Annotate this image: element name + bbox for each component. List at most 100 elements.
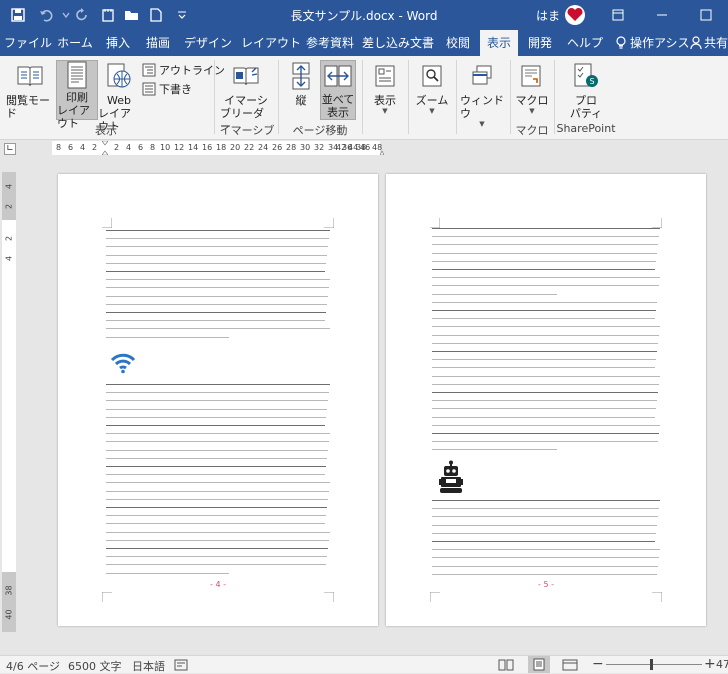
document-page[interactable]: - 4 - [58, 174, 378, 626]
ruler-number: 22 [244, 143, 255, 152]
ruler-number: 8 [150, 143, 156, 152]
ruler-number: 32 [314, 143, 325, 152]
text-line [106, 279, 330, 281]
read-mode-button[interactable]: 閲覧モード [6, 60, 54, 120]
outline-label: アウトライン [159, 64, 225, 77]
wifi-icon [110, 352, 136, 374]
track-changes-icon[interactable] [174, 659, 188, 671]
horizontal-ruler[interactable]: 8 6 4 2 2 4 6 8 10 12 14 16 18 20 22 24 … [52, 141, 380, 155]
text-line [106, 572, 229, 574]
tab-design[interactable]: デザイン [180, 30, 236, 56]
zoom-label: ズーム [415, 94, 449, 107]
tab-help[interactable]: ヘルプ [562, 30, 608, 56]
outline-icon [142, 63, 156, 77]
text-line [432, 285, 659, 287]
web-layout-view-icon[interactable] [562, 658, 578, 672]
minimize-icon[interactable] [640, 0, 684, 30]
show-button[interactable]: 表示 ▼ [368, 60, 402, 115]
tab-layout[interactable]: レイアウト [240, 30, 302, 56]
ruler-number: 30 [300, 143, 311, 152]
title-bar: 長文サンプル.docx - Word はま [0, 0, 728, 30]
crop-mark [430, 592, 440, 602]
tab-mailings[interactable]: 差し込み文書 [360, 30, 436, 56]
chevron-down-icon: ▼ [479, 120, 485, 128]
read-mode-label: 閲覧モード [6, 94, 50, 120]
text-line [432, 524, 657, 526]
text-line [432, 318, 655, 320]
read-mode-view-icon[interactable] [498, 658, 514, 672]
text-line [432, 549, 660, 551]
print-layout-view-icon[interactable] [528, 656, 550, 673]
redo-icon[interactable] [72, 5, 92, 25]
undo-icon[interactable] [36, 5, 56, 25]
print-layout-button[interactable]: 印刷 レイアウト [56, 60, 98, 130]
tab-selector[interactable]: ∟ [4, 143, 16, 155]
zoom-slider[interactable] [606, 664, 702, 665]
web-layout-label-1: Web [107, 94, 131, 107]
immersive-reader-icon [230, 60, 262, 92]
document-page[interactable]: - 5 - [386, 174, 706, 626]
zoom-out-icon[interactable]: − [592, 656, 604, 672]
text-line [106, 328, 330, 330]
maximize-icon[interactable] [684, 0, 728, 30]
indent-marker[interactable] [102, 141, 108, 155]
vertical-page-button[interactable]: 縦 [284, 60, 318, 107]
tab-share[interactable]: 共有 [704, 30, 728, 56]
share-person-icon[interactable] [690, 36, 704, 50]
tab-tell-me[interactable]: 操作アシス [630, 30, 690, 56]
text-line [432, 408, 656, 410]
text-line [106, 498, 328, 500]
zoom-slider-thumb[interactable] [650, 659, 653, 670]
macros-button[interactable]: マクロ ▼ [514, 60, 550, 115]
avatar[interactable] [564, 4, 586, 26]
ruler-number: 16 [202, 143, 213, 152]
zoom-level[interactable]: 47 [716, 658, 728, 671]
new-document-icon[interactable] [146, 5, 166, 25]
draft-button[interactable]: 下書き [142, 81, 192, 97]
side-by-side-button[interactable]: 並べて 表示 [320, 60, 356, 120]
tab-file[interactable]: ファイル [4, 30, 52, 56]
group-divider [456, 60, 457, 134]
vertical-label: 縦 [295, 94, 307, 107]
text-line [432, 260, 656, 262]
tab-draw[interactable]: 描画 [140, 30, 176, 56]
text-line [106, 441, 329, 443]
ribbon-display-options-icon[interactable] [596, 0, 640, 30]
outline-button[interactable]: アウトライン [142, 62, 225, 78]
lightbulb-icon[interactable] [614, 36, 628, 50]
page-count[interactable]: 4/6 ページ [6, 658, 60, 674]
draft-icon [142, 82, 156, 96]
text-line [106, 457, 327, 459]
save-icon[interactable] [8, 5, 28, 25]
text-line [106, 474, 325, 476]
word-count[interactable]: 6500 文字 [68, 658, 122, 674]
zoom-button[interactable]: ズーム ▼ [412, 60, 452, 115]
ribbon-tabs: ファイル ホーム 挿入 描画 デザイン レイアウト 参考資料 差し込み文書 校閲… [0, 30, 728, 56]
customize-toolbar-icon[interactable] [172, 5, 192, 25]
text-line [106, 507, 327, 508]
vertical-ruler[interactable]: 4 2 2 4 38 40 [2, 172, 16, 632]
crop-mark [102, 218, 112, 228]
properties-button[interactable]: S プロ パティ [564, 60, 608, 120]
crop-mark [652, 592, 662, 602]
new-document-from-template-icon[interactable] [98, 5, 118, 25]
language-indicator[interactable]: 日本語 [132, 658, 165, 674]
show-icon [369, 60, 401, 92]
text-line [432, 375, 660, 377]
user-name[interactable]: はま [536, 7, 560, 24]
open-folder-icon[interactable] [122, 5, 142, 25]
window-button[interactable]: ウィンドウ ▼ [460, 60, 504, 128]
tab-review[interactable]: 校閲 [440, 30, 476, 56]
zoom-in-icon[interactable]: + [704, 656, 716, 672]
tab-references[interactable]: 参考資料 [304, 30, 356, 56]
text-line [106, 556, 327, 558]
ruler-number: 42 [336, 143, 347, 152]
chevron-down-icon: ▼ [429, 107, 435, 115]
tab-developer[interactable]: 開発 [522, 30, 558, 56]
tab-home[interactable]: ホーム [54, 30, 96, 56]
text-line [106, 408, 327, 410]
tab-view[interactable]: 表示 [480, 30, 518, 56]
tab-insert[interactable]: 挿入 [100, 30, 136, 56]
properties-label-1: プロ [575, 94, 597, 107]
text-line [432, 277, 660, 279]
